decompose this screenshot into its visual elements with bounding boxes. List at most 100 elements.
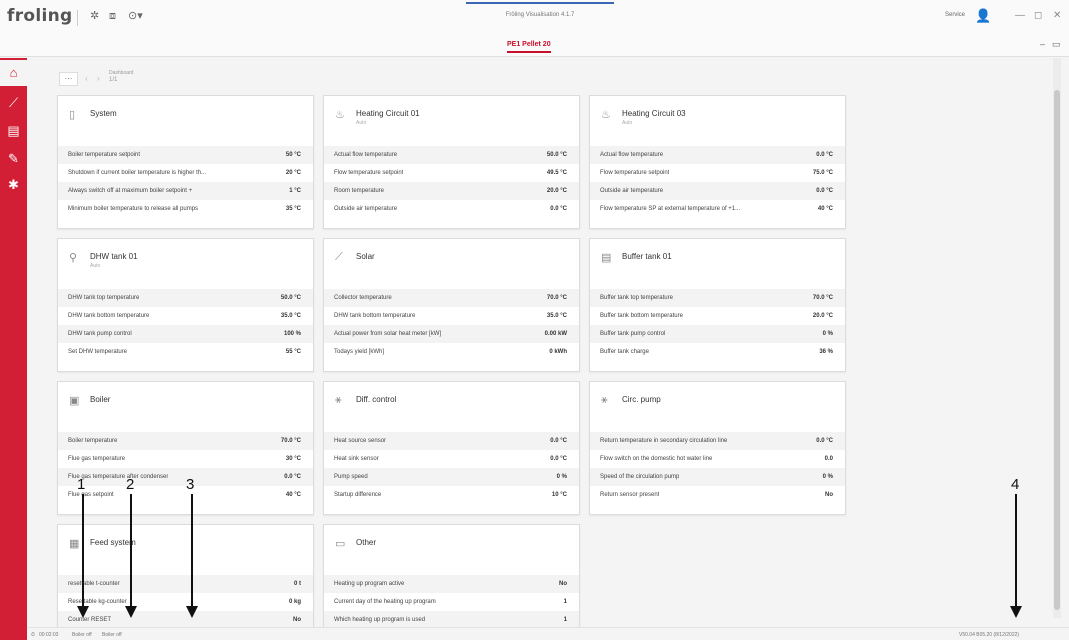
wrench-icon: ✎ (8, 151, 19, 166)
table-row: Buffer tank top temperature 70.0 °C (590, 289, 845, 307)
solar-panel-icon: ⟋ (335, 251, 343, 263)
callout-arrowhead-1 (77, 606, 89, 618)
close-button[interactable]: ✕ (1053, 10, 1061, 21)
gear-icon: ✱ (8, 177, 19, 192)
sidebar-item-settings[interactable]: ✱ (0, 172, 27, 198)
callout-arrow-1 (82, 494, 84, 608)
sidebar-item-charts[interactable]: ⟋ (0, 90, 27, 116)
card-title: Heating Circuit 01 (356, 109, 420, 118)
callout-arrow-2 (130, 494, 132, 608)
table-row: Speed of the circulation pump 0 % (590, 468, 845, 486)
app-title: Fröling Visualisation 4.1.7 (505, 12, 575, 18)
feed-system-icon: ▦ (69, 538, 80, 550)
table-row: DHW tank pump control 100 % (58, 325, 313, 343)
display-icon[interactable]: ⧈ (109, 9, 116, 23)
minimize-button[interactable]: — (1015, 10, 1025, 21)
table-row: Buffer tank charge 36 % (600, 349, 833, 355)
status-time: 00:02:03 (39, 632, 59, 638)
sidebar-item-service[interactable]: ✎ (0, 146, 27, 172)
chart-icon: ⟋ (8, 95, 19, 110)
user-settings-icon[interactable]: 👤 (975, 8, 991, 24)
table-row: Pump speed 0 % (324, 468, 579, 486)
table-row: Heating up program active No (324, 575, 579, 593)
table-row: DHW tank bottom temperature 35.0 °C (68, 313, 301, 319)
table-row: Return temperature in secondary circulat… (590, 432, 845, 450)
froling-logo: froling (7, 6, 73, 26)
table-row: Minimum boiler temperature to release al… (68, 206, 301, 212)
maximize-button[interactable]: ◻ (1034, 10, 1042, 21)
card-heating-circuit-01[interactable]: ♨ Heating Circuit 01 Auto Actual flow temp… (323, 95, 580, 229)
settings-icon[interactable]: ✲ (90, 9, 99, 23)
card-title: Solar (356, 252, 375, 261)
card-title: Boiler (90, 395, 111, 404)
table-row: Buffer tank bottom temperature 20.0 °C (600, 313, 833, 319)
table-row: Flow switch on the domestic hot water li… (600, 456, 833, 462)
table-row: Set DHW temperature 55 °C (68, 349, 301, 355)
card-subtitle: Auto (90, 263, 101, 269)
more-button[interactable]: ··· (59, 72, 78, 86)
table-row: Heat source sensor 0.0 °C (324, 432, 579, 450)
callout-arrowhead-3 (186, 606, 198, 618)
circulation-pump-icon: ⚹ (601, 394, 608, 406)
clock-icon: ⏱ (31, 632, 35, 638)
page-indicator: 1/1 (109, 77, 118, 83)
table-row: Flow temperature setpoint 49.5 °C (334, 170, 567, 176)
heating-circuit-icon: ♨ (335, 109, 345, 121)
title-bar: froling ✲ ⧈ ⊙▾ Fröling Visualisation 4.1… (0, 0, 1069, 36)
sidebar-item-device[interactable]: ▤ (0, 118, 27, 144)
scrollbar-thumb[interactable] (1054, 90, 1060, 610)
card-title: Feed system (90, 538, 136, 547)
status-bar: ⏱ 00:02:03 Boiler off Boiler off V50.04 … (27, 627, 1069, 640)
card-buffer-tank-01[interactable]: ▤ Buffer tank 01 Buffer tank top temperat… (589, 238, 846, 372)
heating-circuit-icon: ♨ (601, 109, 611, 121)
device-tab-bar: PE1 Pellet 20 – ▭ (0, 36, 1069, 57)
sidebar-item-home[interactable]: ⌂ (0, 60, 27, 86)
table-row: Actual flow temperature 0.0 °C (590, 146, 845, 164)
dhw-tap-icon: ⚲ (69, 252, 78, 264)
table-row: Buffer tank pump control 0 % (590, 325, 845, 343)
callout-arrow-3 (191, 494, 193, 608)
card-other[interactable]: ▭ Other Heating up program active No Curre… (323, 524, 580, 629)
callout-arrowhead-2 (125, 606, 137, 618)
active-window-indicator (466, 2, 614, 4)
card-title: Other (356, 538, 377, 547)
tab-minimize-icon[interactable]: – (1040, 39, 1045, 49)
tab-window-icon[interactable]: ▭ (1052, 39, 1061, 50)
card-solar[interactable]: ⟋ Solar Collector temperature 70.0 °C DHW … (323, 238, 580, 372)
tab-pe1-pellet-20[interactable]: PE1 Pellet 20 (507, 41, 551, 53)
card-title: System (90, 109, 117, 118)
card-boiler[interactable]: ▣ Boiler Boiler temperature 70.0 °C Flue g… (57, 381, 314, 515)
card-title: Heating Circuit 03 (622, 109, 686, 118)
card-system[interactable]: ▯ System Boiler temperature setpoint 50 °C… (57, 95, 314, 229)
table-row: Heat sink sensor 0.0 °C (334, 456, 567, 462)
status-boiler-state: Boiler off (72, 632, 92, 638)
callout-number-2: 2 (126, 476, 135, 493)
table-row: Shutdown if current boiler temperature i… (68, 170, 301, 176)
card-title: Diff. control (356, 395, 397, 404)
table-row: Boiler temperature 70.0 °C (58, 432, 313, 450)
table-row: Actual power from solar heat meter [kW] 0… (324, 325, 579, 343)
table-row: DHW tank top temperature 50.0 °C (58, 289, 313, 307)
sidebar: ⌂ ⟋ ▤ ✎ ✱ (0, 58, 27, 640)
card-subtitle: Auto (356, 120, 367, 126)
service-label[interactable]: Service (945, 12, 965, 18)
table-row: Return sensor present No (600, 492, 833, 498)
table-row: Outside air temperature 0.0 °C (590, 182, 845, 200)
options-dropdown-icon[interactable]: ⊙▾ (128, 9, 143, 23)
status-boiler-state-2: Boiler off (102, 632, 122, 638)
table-row: resettable t-counter 0 t (58, 575, 313, 593)
buffer-tank-icon: ▤ (601, 252, 612, 264)
table-row: Outside air temperature 0.0 °C (334, 206, 567, 212)
table-row: Current day of the heating up program 1 (334, 599, 567, 605)
callout-number-1: 1 (77, 476, 86, 493)
table-row: DHW tank bottom temperature 35.0 °C (334, 313, 567, 319)
nav-back-icon[interactable]: ‹ (85, 74, 88, 83)
device-icon: ▤ (7, 123, 20, 138)
table-row: Collector temperature 70.0 °C (324, 289, 579, 307)
nav-forward-icon[interactable]: › (97, 74, 100, 83)
card-diff-control[interactable]: ⚹ Diff. control Heat source sensor 0.0 °C … (323, 381, 580, 515)
card-circ-pump[interactable]: ⚹ Circ. pump Return temperature in second… (589, 381, 846, 515)
divider (77, 10, 78, 26)
card-heating-circuit-03[interactable]: ♨ Heating Circuit 03 Auto Actual flow temp… (589, 95, 846, 229)
card-dhw-tank-01[interactable]: ⚲ DHW tank 01 Auto DHW tank top temperatur… (57, 238, 314, 372)
